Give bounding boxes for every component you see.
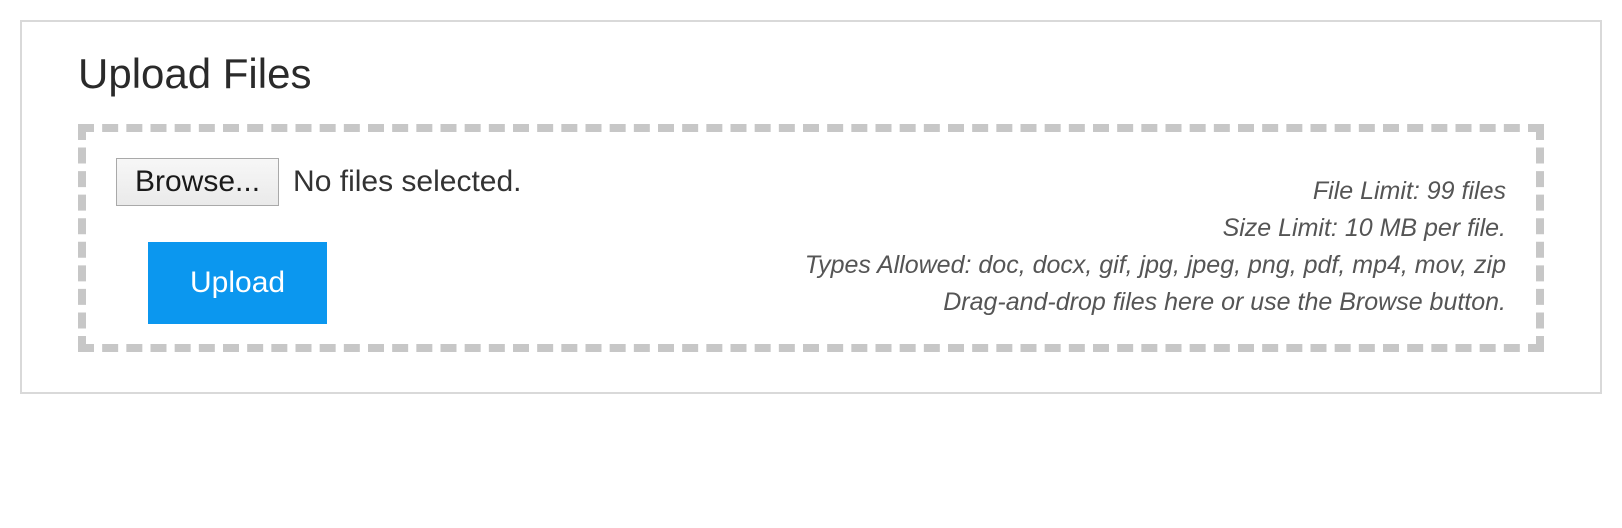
panel-title: Upload Files bbox=[78, 50, 1544, 98]
upload-hints: File Limit: 99 files Size Limit: 10 MB p… bbox=[327, 174, 1506, 324]
hint-drag-drop: Drag-and-drop files here or use the Brow… bbox=[327, 285, 1506, 320]
hint-file-limit: File Limit: 99 files bbox=[327, 174, 1506, 209]
hint-types-allowed: Types Allowed: doc, docx, gif, jpg, jpeg… bbox=[327, 248, 1506, 283]
dropzone[interactable]: Browse... No files selected. Upload File… bbox=[78, 124, 1544, 352]
hint-size-limit: Size Limit: 10 MB per file. bbox=[327, 211, 1506, 246]
browse-button[interactable]: Browse... bbox=[116, 158, 279, 206]
upload-button[interactable]: Upload bbox=[148, 242, 327, 324]
upload-panel: Upload Files Browse... No files selected… bbox=[20, 20, 1602, 394]
